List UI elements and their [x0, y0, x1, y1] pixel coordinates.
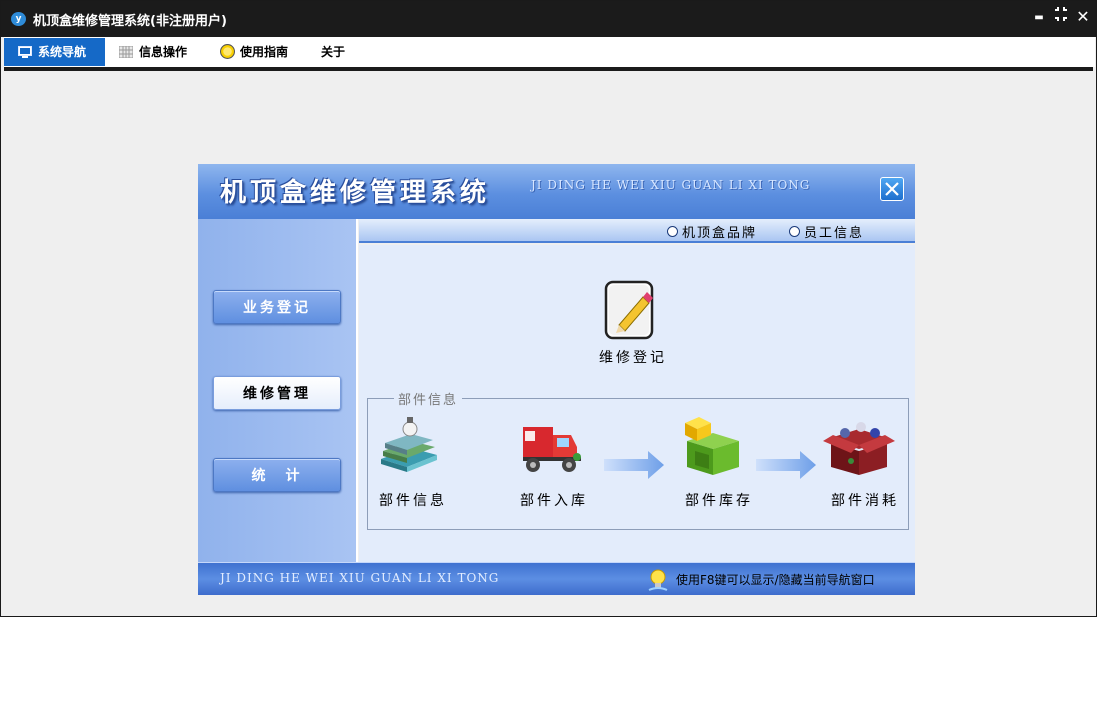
- lightbulb-icon: [648, 569, 668, 591]
- part-inbound-label: 部件入库: [520, 493, 588, 509]
- tab-label: 系统导航: [38, 45, 87, 59]
- tab-system-nav[interactable]: 系统导航: [4, 38, 105, 66]
- tab-label: 使用指南: [240, 45, 289, 59]
- close-icon: [885, 182, 899, 196]
- menu-tabs: 系统导航 信息操作 使用指南 关于: [4, 37, 1095, 67]
- minimize-button[interactable]: ▬: [1029, 12, 1049, 23]
- radio-circle-icon: [667, 226, 678, 237]
- tab-info-ops[interactable]: 信息操作: [105, 38, 206, 66]
- panel-subtitle: JI DING HE WEI XIU GUAN LI XI TONG: [531, 178, 811, 192]
- part-consume-button[interactable]: [821, 417, 897, 481]
- part-stock-label: 部件库存: [685, 493, 753, 509]
- monitor-icon: [18, 46, 32, 58]
- title-bar: y 机顶盒维修管理系统(非注册用户) ▬ ✕: [1, 1, 1096, 37]
- quick-links-bar: 机顶盒品牌 员工信息: [359, 219, 915, 243]
- restore-icon: [1055, 7, 1067, 21]
- notepad-pencil-icon: [604, 280, 654, 340]
- panel-footer: JI DING HE WEI XIU GUAN LI XI TONG 使用F8键…: [198, 562, 915, 595]
- panel-title: 机顶盒维修管理系统: [220, 178, 491, 208]
- main-area: 维修登记 部件信息 部件信息 部件入库 部件库存 部件消耗: [359, 245, 915, 562]
- part-stock-button[interactable]: [679, 415, 745, 481]
- tab-label: 信息操作: [139, 45, 188, 59]
- radio-circle-icon: [789, 226, 800, 237]
- boxes-icon: [685, 417, 739, 475]
- parts-group-legend: 部件信息: [394, 389, 463, 408]
- radio-label: 员工信息: [804, 226, 865, 241]
- arrow-right-icon: [756, 451, 816, 479]
- nav-repair-management[interactable]: 维修管理: [213, 376, 341, 410]
- arrow-right-icon: [604, 451, 664, 479]
- radio-label: 机顶盒品牌: [682, 226, 758, 241]
- footer-hint: 使用F8键可以显示/隐藏当前导航窗口: [676, 573, 875, 587]
- panel-close-button[interactable]: [880, 177, 904, 201]
- radio-stb-brand[interactable]: 机顶盒品牌: [667, 222, 757, 241]
- left-nav: 业务登记 维修管理 统 计: [198, 219, 358, 562]
- tab-user-guide[interactable]: 使用指南: [206, 38, 307, 66]
- part-info-button[interactable]: [377, 415, 441, 479]
- part-consume-label: 部件消耗: [831, 493, 899, 509]
- red-box-icon: [823, 422, 895, 475]
- repair-register-label: 维修登记: [599, 350, 667, 366]
- grid-icon: [119, 46, 133, 58]
- repair-register-button[interactable]: [603, 279, 659, 347]
- window-title: 机顶盒维修管理系统(非注册用户): [33, 14, 227, 29]
- navigation-panel: 机顶盒维修管理系统 JI DING HE WEI XIU GUAN LI XI …: [198, 164, 915, 595]
- close-window-button[interactable]: ✕: [1073, 7, 1093, 26]
- panel-header: 机顶盒维修管理系统 JI DING HE WEI XIU GUAN LI XI …: [198, 164, 915, 219]
- radio-staff-info[interactable]: 员工信息: [789, 222, 864, 241]
- footer-subtitle: JI DING HE WEI XIU GUAN LI XI TONG: [220, 571, 500, 585]
- nav-business-register[interactable]: 业务登记: [213, 290, 341, 324]
- part-info-label: 部件信息: [379, 493, 447, 509]
- truck-icon: [523, 427, 581, 472]
- smiley-icon: [220, 44, 235, 59]
- part-inbound-button[interactable]: [519, 421, 585, 481]
- tab-label: 关于: [321, 45, 346, 59]
- app-logo-icon: y: [11, 12, 26, 26]
- nav-statistics[interactable]: 统 计: [213, 458, 341, 492]
- tab-about[interactable]: 关于: [307, 38, 359, 66]
- restore-button[interactable]: [1051, 7, 1071, 27]
- books-icon: [381, 417, 437, 472]
